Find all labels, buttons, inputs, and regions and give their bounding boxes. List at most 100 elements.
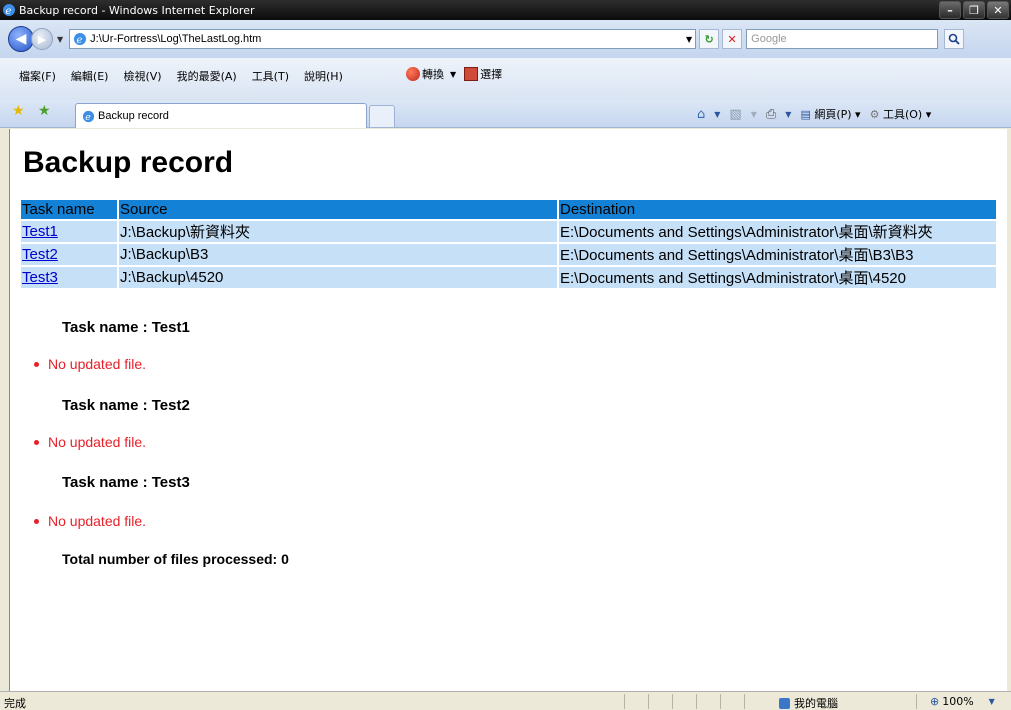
message-text: No updated file.: [48, 513, 147, 529]
computer-icon: [779, 697, 790, 709]
header-task-name: Task name: [21, 200, 118, 220]
window-controls: – ❐ ✕: [939, 1, 1009, 19]
zoom-dropdown-icon[interactable]: ▼: [989, 697, 995, 706]
bullet-icon: [34, 439, 39, 445]
status-divider: [744, 694, 745, 709]
status-bar: 完成 我的電腦 ⊕ 100% ▼: [0, 691, 1011, 710]
home-dropdown-icon[interactable]: ▼: [714, 110, 720, 119]
tools-menu-button[interactable]: ⚙ 工具(O) ▾: [870, 106, 932, 122]
table-row: Test3 J:\Backup\4520 E:\Documents and Se…: [21, 265, 996, 288]
convert-button[interactable]: 轉換: [422, 66, 444, 82]
task-message-test2: No updated file.: [34, 434, 146, 450]
select-button[interactable]: 選擇: [480, 66, 502, 82]
tab-bar: ★ ★ e Backup record ⌂ ▼ ▧ ▼ ⎙ ▼ ▤ 網頁(P) …: [0, 100, 1011, 128]
bullet-icon: [34, 361, 39, 367]
print-icon[interactable]: ⎙: [766, 107, 776, 122]
page-title: Backup record: [23, 146, 234, 179]
minimize-button[interactable]: –: [939, 1, 961, 19]
status-divider: [696, 694, 697, 709]
menu-view[interactable]: 檢視(V): [123, 68, 161, 84]
svg-text:e: e: [77, 35, 83, 46]
menu-favorites[interactable]: 我的最愛(A): [177, 68, 237, 84]
browser-window: e Backup record - Windows Internet Explo…: [0, 0, 1011, 710]
svg-text:e: e: [85, 112, 91, 123]
total-files-processed: Total number of files processed: 0: [62, 551, 289, 567]
convert-toolbar: 轉換 ▼ 選擇: [406, 66, 502, 82]
menu-help[interactable]: 說明(H): [304, 68, 343, 84]
status-divider: [672, 694, 673, 709]
search-button[interactable]: [944, 29, 965, 49]
forward-button[interactable]: ▶: [31, 28, 53, 50]
zone-label: 我的電腦: [794, 697, 838, 710]
add-favorite-icon[interactable]: ★: [38, 103, 51, 119]
window-title: Backup record - Windows Internet Explore…: [19, 3, 255, 17]
address-url: J:\Ur-Fortress\Log\TheLastLog.htm: [90, 33, 262, 45]
zoom-level: 100%: [942, 695, 974, 708]
tab-backup-record[interactable]: e Backup record: [75, 103, 367, 128]
history-dropdown-icon[interactable]: ▼: [57, 35, 63, 44]
task-link-test3[interactable]: Test3: [22, 269, 58, 286]
print-dropdown-icon[interactable]: ▼: [785, 110, 791, 119]
address-field[interactable]: e J:\Ur-Fortress\Log\TheLastLog.htm ▼: [69, 29, 697, 49]
page-menu-icon: ▤: [800, 108, 811, 121]
refresh-button[interactable]: ↻: [699, 29, 720, 49]
menu-file[interactable]: 檔案(F): [19, 68, 56, 84]
security-zone[interactable]: 我的電腦: [779, 695, 838, 710]
message-text: No updated file.: [48, 356, 147, 372]
table-header-row: Task name Source Destination: [21, 200, 996, 220]
message-text: No updated file.: [48, 434, 147, 450]
destination-cell: E:\Documents and Settings\Administrator\…: [557, 265, 996, 288]
convert-icon: [406, 67, 420, 81]
page-menu-label: 網頁(P): [814, 108, 852, 121]
search-icon: [948, 33, 960, 45]
close-button[interactable]: ✕: [987, 1, 1009, 19]
status-divider: [916, 694, 917, 709]
source-cell: J:\Backup\新資料夾: [117, 219, 558, 243]
task-link-test2[interactable]: Test2: [22, 246, 58, 263]
menu-list: 檔案(F) 編輯(E) 檢視(V) 我的最愛(A) 工具(T) 說明(H): [0, 68, 343, 84]
zoom-control[interactable]: ⊕ 100% ▼: [930, 695, 995, 708]
task-message-test3: No updated file.: [34, 513, 146, 529]
status-divider: [624, 694, 625, 709]
feeds-icon[interactable]: ▧: [729, 107, 741, 122]
tab-label: Backup record: [98, 110, 169, 122]
status-divider: [648, 694, 649, 709]
title-bar: e Backup record - Windows Internet Explo…: [0, 0, 1011, 20]
bullet-icon: [34, 518, 39, 524]
header-source: Source: [117, 200, 558, 220]
command-bar: ⌂ ▼ ▧ ▼ ⎙ ▼ ▤ 網頁(P) ▾ ⚙ 工具(O) ▾: [697, 106, 931, 122]
task-cell: Test1: [21, 219, 118, 243]
favorites-star-icon[interactable]: ★: [12, 103, 25, 119]
zoom-icon: ⊕: [930, 695, 940, 708]
table-row: Test1 J:\Backup\新資料夾 E:\Documents and Se…: [21, 219, 996, 243]
backup-record-table: Task name Source Destination Test1 J:\Ba…: [21, 200, 996, 288]
task-heading-test1: Task name : Test1: [62, 319, 190, 336]
task-heading-test2: Task name : Test2: [62, 397, 190, 414]
address-dropdown-icon[interactable]: ▼: [686, 35, 692, 44]
task-cell: Test2: [21, 242, 118, 266]
select-icon: [464, 67, 479, 81]
feeds-dropdown-icon[interactable]: ▼: [751, 110, 757, 119]
ie-icon: e: [3, 4, 15, 17]
gear-icon: ⚙: [869, 108, 880, 121]
status-divider: [720, 694, 721, 709]
header-destination: Destination: [557, 200, 996, 220]
address-row: ◀ ▶ ▼ e J:\Ur-Fortress\Log\TheLastLog.ht…: [0, 20, 1011, 58]
page-icon: e: [74, 33, 87, 46]
destination-cell: E:\Documents and Settings\Administrator\…: [557, 219, 996, 243]
menu-edit[interactable]: 編輯(E): [71, 68, 109, 84]
maximize-button[interactable]: ❐: [963, 1, 985, 19]
home-icon[interactable]: ⌂: [697, 107, 705, 122]
source-cell: J:\Backup\4520: [117, 265, 558, 288]
task-cell: Test3: [21, 265, 118, 288]
tools-menu-label: 工具(O): [882, 108, 923, 121]
task-message-test1: No updated file.: [34, 356, 146, 372]
new-tab-button[interactable]: [369, 105, 395, 127]
convert-dropdown-icon[interactable]: ▼: [450, 70, 456, 79]
menu-tools[interactable]: 工具(T): [252, 68, 289, 84]
page-viewport: Backup record Task name Source Destinati…: [9, 129, 1007, 691]
search-input[interactable]: Google: [746, 29, 939, 49]
stop-button[interactable]: ✕: [722, 29, 743, 49]
page-menu-button[interactable]: ▤ 網頁(P) ▾: [800, 106, 860, 122]
task-link-test1[interactable]: Test1: [22, 223, 58, 240]
